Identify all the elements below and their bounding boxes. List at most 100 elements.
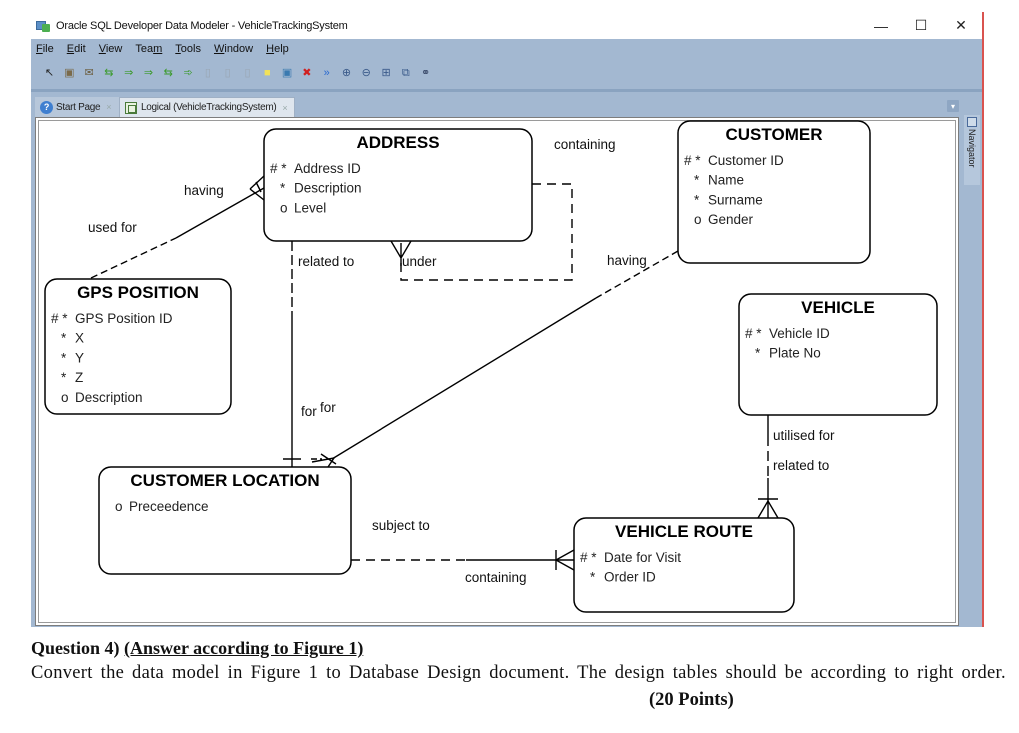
close-tab-icon[interactable]: × bbox=[106, 102, 111, 112]
new-note-icon[interactable]: ■ bbox=[261, 67, 274, 80]
attribute-marker: * bbox=[280, 181, 286, 196]
close-tab-icon[interactable]: × bbox=[282, 103, 287, 113]
select-pointer-icon[interactable]: ↖ bbox=[43, 67, 56, 80]
relationship-label: containing bbox=[554, 137, 616, 152]
tab-label: Logical (VehicleTrackingSystem) bbox=[141, 102, 277, 113]
relationship-customer-location[interactable] bbox=[331, 297, 597, 460]
entity-title: CUSTOMER bbox=[726, 125, 823, 144]
relationship-label: utilised for bbox=[773, 428, 835, 443]
question-block: Question 4) (Answer according to Figure … bbox=[31, 638, 1009, 710]
attribute-name: Customer ID bbox=[708, 153, 784, 168]
app-logo-icon bbox=[36, 20, 50, 32]
delete-icon[interactable]: ✖ bbox=[300, 67, 313, 80]
new-picture-icon[interactable]: ▣ bbox=[281, 67, 294, 80]
relationship-label: related to bbox=[298, 254, 354, 269]
entity-title: VEHICLE ROUTE bbox=[615, 522, 753, 541]
attribute-marker: * bbox=[61, 370, 67, 385]
app-window: Oracle SQL Developer Data Modeler - Vehi… bbox=[31, 12, 984, 627]
new-identifying-relation-icon[interactable]: ⇆ bbox=[162, 67, 175, 80]
diagram-canvas[interactable]: ADDRESS # * Address ID * Description o Level CU… bbox=[35, 117, 959, 626]
new-11-relation-icon[interactable]: ⇒ bbox=[122, 67, 135, 80]
attribute-name: Name bbox=[708, 173, 744, 188]
relationship-label: for bbox=[320, 400, 336, 415]
new-1n-relation-icon[interactable]: ⇆ bbox=[102, 67, 115, 80]
relationship-label: related to bbox=[773, 458, 829, 473]
attribute-marker: * bbox=[61, 350, 67, 365]
menu-bar: File Edit View Team Tools Window Help bbox=[31, 39, 982, 59]
attribute-name: Vehicle ID bbox=[769, 326, 830, 341]
maximize-button[interactable]: ☐ bbox=[901, 12, 941, 39]
relationship-label: subject to bbox=[372, 518, 430, 533]
entity-customer-location[interactable]: CUSTOMER LOCATION o Preceedence bbox=[98, 466, 352, 575]
fit-screen-icon[interactable]: ⊞ bbox=[380, 67, 393, 80]
close-button[interactable]: ✕ bbox=[941, 12, 981, 39]
tab-start-page[interactable]: ? Start Page × bbox=[35, 97, 119, 117]
attribute-marker: * bbox=[694, 192, 700, 207]
relationship-label: under bbox=[402, 254, 437, 269]
tab-list-dropdown-button[interactable]: ▾ bbox=[947, 100, 959, 112]
new-arc-icon[interactable]: ▯ bbox=[201, 67, 214, 80]
relationship-label: containing bbox=[465, 570, 527, 585]
relationship-label: having bbox=[184, 183, 224, 198]
entity-address[interactable]: ADDRESS # * Address ID * Description o Level bbox=[263, 128, 533, 242]
attribute-marker: o bbox=[694, 212, 702, 227]
menu-view[interactable]: View bbox=[99, 43, 123, 55]
search-binoculars-icon[interactable]: ⚭ bbox=[419, 67, 432, 80]
new-entity-icon[interactable]: ▣ bbox=[63, 67, 76, 80]
attribute-name: Preceedence bbox=[129, 499, 209, 514]
relationship-label: used for bbox=[88, 220, 137, 235]
attribute-name: Gender bbox=[708, 212, 754, 227]
entity-vehicle[interactable]: VEHICLE # * Vehicle ID * Plate No bbox=[738, 293, 938, 416]
entity-customer[interactable]: CUSTOMER # * Customer ID * Name * Surname o Gend… bbox=[677, 120, 871, 264]
attribute-marker: # * bbox=[270, 161, 287, 176]
question-points: (20 Points) bbox=[649, 690, 734, 710]
entities: ADDRESS # * Address ID * Description o Level CU… bbox=[44, 120, 938, 613]
attribute-name: Date for Visit bbox=[604, 550, 681, 565]
zoom-out-icon[interactable]: ⊖ bbox=[360, 67, 373, 80]
er-diagram: ADDRESS # * Address ID * Description o Level CU… bbox=[44, 120, 938, 613]
navigator-tab[interactable]: Navigator bbox=[964, 115, 980, 185]
attribute-name: Description bbox=[294, 181, 362, 196]
menu-window[interactable]: Window bbox=[214, 43, 253, 55]
title-bar: Oracle SQL Developer Data Modeler - Vehi… bbox=[31, 12, 982, 39]
relationship-label: for bbox=[301, 404, 317, 419]
default-size-icon[interactable]: ⧉ bbox=[399, 67, 412, 80]
attribute-name: GPS Position ID bbox=[75, 311, 173, 326]
relationship-gps-address-optional[interactable] bbox=[90, 237, 177, 279]
zoom-in-icon[interactable]: ⊕ bbox=[340, 67, 353, 80]
attribute-name: X bbox=[75, 331, 84, 346]
entity-title: CUSTOMER LOCATION bbox=[130, 471, 319, 490]
attribute-marker: o bbox=[280, 200, 288, 215]
new-mn-relation-icon[interactable]: ⇒ bbox=[142, 67, 155, 80]
question-number: Question 4) bbox=[31, 638, 120, 658]
toolbar: ↖ ▣ ✉ ⇆ ⇒ ⇒ ⇆ ➾ ▯ ▯ ▯ ■ ▣ ✖ » ⊕ ⊖ ⊞ ⧉ ⚭ bbox=[31, 61, 439, 85]
attribute-marker: # * bbox=[51, 311, 68, 326]
new-view-icon[interactable]: ✉ bbox=[83, 67, 96, 80]
minimize-button[interactable]: — bbox=[861, 12, 901, 39]
attribute-name: Plate No bbox=[769, 346, 821, 361]
toolbar-divider bbox=[31, 89, 982, 92]
attribute-name: Address ID bbox=[294, 161, 361, 176]
remove-element-from-arc-icon[interactable]: ▯ bbox=[241, 67, 254, 80]
menu-help[interactable]: Help bbox=[266, 43, 289, 55]
add-element-to-arc-icon[interactable]: ▯ bbox=[221, 67, 234, 80]
attribute-name: Description bbox=[75, 390, 143, 405]
attribute-marker: # * bbox=[580, 550, 597, 565]
entity-title: VEHICLE bbox=[801, 298, 875, 317]
tab-logical-model[interactable]: Logical (VehicleTrackingSystem) × bbox=[119, 97, 295, 117]
menu-file[interactable]: File bbox=[36, 43, 54, 55]
entity-gps-position[interactable]: GPS POSITION # * GPS Position ID * X * Y * Zo Des… bbox=[44, 278, 232, 415]
crow-foot-icon[interactable] bbox=[249, 175, 265, 201]
engineer-to-relational-icon[interactable]: » bbox=[320, 67, 333, 80]
new-inheritance-icon[interactable]: ➾ bbox=[182, 67, 195, 80]
question-reference: (Answer according to Figure 1) bbox=[124, 638, 364, 658]
logical-diagram-icon bbox=[125, 101, 137, 114]
menu-tools[interactable]: Tools bbox=[175, 43, 201, 55]
attribute-name: Order ID bbox=[604, 570, 656, 585]
menu-edit[interactable]: Edit bbox=[67, 43, 86, 55]
navigator-icon bbox=[967, 117, 977, 127]
entity-vehicle-route[interactable]: VEHICLE ROUTE # * Date for Visit * Order ID bbox=[573, 517, 795, 613]
menu-team[interactable]: Team bbox=[135, 43, 162, 55]
attribute-marker: # * bbox=[684, 153, 701, 168]
question-body: Convert the data model in Figure 1 to Da… bbox=[31, 663, 1006, 683]
